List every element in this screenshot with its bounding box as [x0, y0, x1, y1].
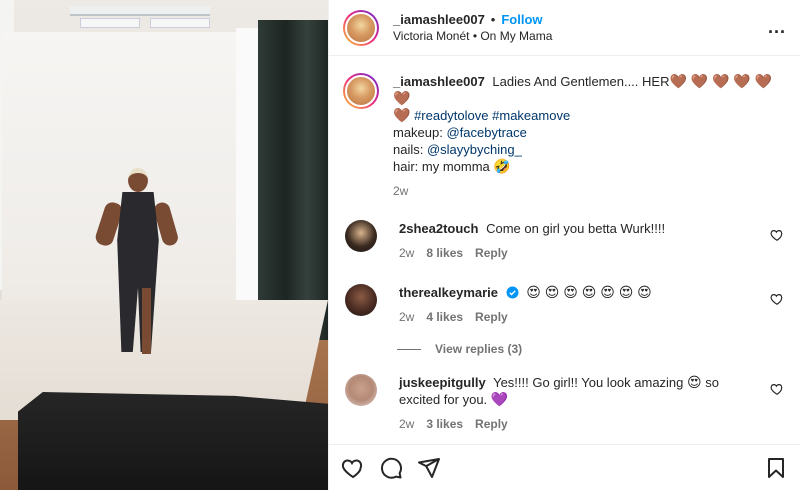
- mention-link[interactable]: @slayybyching_: [427, 142, 522, 157]
- purple-heart-emoji: 💜: [490, 391, 509, 407]
- username-link[interactable]: _iamashlee007: [393, 11, 485, 28]
- view-replies-label[interactable]: View replies (3): [435, 342, 522, 356]
- comments-list[interactable]: _iamashlee007 Ladies And Gentlemen.... H…: [329, 57, 800, 444]
- avatar[interactable]: [343, 9, 379, 46]
- post-panel: _iamashlee007 • Follow Victoria Monét • …: [328, 0, 800, 490]
- avatar[interactable]: [345, 374, 377, 406]
- comment-username[interactable]: therealkeymarie: [399, 285, 498, 300]
- nails-label: nails:: [393, 142, 427, 157]
- comment-item: therealkeymarie 😍 😍 😍 😍 😍 😍 😍 2w 4 likes…: [343, 284, 786, 326]
- timestamp[interactable]: 2w: [399, 245, 414, 262]
- model-figure: [93, 168, 180, 358]
- studio-light: [80, 18, 140, 28]
- heart-icon[interactable]: [770, 228, 784, 242]
- heart-eyes-emoji: 😍: [687, 374, 702, 390]
- mention-link[interactable]: @facebytrace: [446, 125, 526, 140]
- reply-button[interactable]: Reply: [475, 416, 508, 433]
- reply-button[interactable]: Reply: [475, 245, 508, 262]
- likes-count[interactable]: 4 likes: [426, 309, 463, 326]
- more-options-icon[interactable]: ...: [768, 17, 786, 38]
- bookmark-icon[interactable]: [764, 456, 788, 480]
- ceiling-rail: [70, 6, 210, 16]
- action-bar: [329, 444, 800, 490]
- comment-text: Come on girl you betta Wurk!!!!: [486, 221, 666, 236]
- share-icon[interactable]: [417, 456, 441, 480]
- hashtag-link[interactable]: #makeamove: [492, 108, 570, 123]
- heart-icon[interactable]: [770, 292, 784, 306]
- hashtag-link[interactable]: #readytolove: [414, 108, 488, 123]
- caption: _iamashlee007 Ladies And Gentlemen.... H…: [343, 73, 786, 200]
- caption-heart: 🤎: [393, 107, 411, 123]
- timestamp[interactable]: 2w: [399, 309, 414, 326]
- comment-username[interactable]: 2shea2touch: [399, 221, 478, 236]
- black-cloth: [18, 392, 328, 490]
- comment-item: juskeepitgully Yes!!!! Go girl!! You loo…: [343, 374, 786, 433]
- timestamp[interactable]: 2w: [399, 416, 414, 433]
- follow-button[interactable]: Follow: [501, 11, 542, 28]
- post-media[interactable]: [0, 0, 328, 490]
- divider: [397, 348, 421, 350]
- laughing-emoji: 🤣: [493, 158, 511, 174]
- music-link[interactable]: Victoria Monét • On My Mama: [393, 28, 552, 45]
- verified-badge-icon: [506, 286, 519, 299]
- likes-count[interactable]: 3 likes: [426, 416, 463, 433]
- view-replies-button[interactable]: View replies (3): [397, 342, 786, 356]
- heart-icon[interactable]: [341, 456, 365, 480]
- hair-text: hair: my momma: [393, 159, 490, 174]
- post-header: _iamashlee007 • Follow Victoria Monét • …: [329, 0, 800, 56]
- makeup-label: makeup:: [393, 125, 447, 140]
- caption-text: Ladies And Gentlemen.... HER: [492, 74, 670, 89]
- studio-light: [150, 18, 210, 28]
- comment-icon[interactable]: [379, 456, 403, 480]
- window: [236, 28, 258, 308]
- caption-username[interactable]: _iamashlee007: [393, 74, 485, 89]
- comment-text: Yes!!!! Go girl!! You look amazing: [493, 375, 684, 390]
- comment-item: 2shea2touch Come on girl you betta Wurk!…: [343, 220, 786, 262]
- reply-button[interactable]: Reply: [475, 309, 508, 326]
- comment-username[interactable]: juskeepitgully: [399, 375, 486, 390]
- likes-count[interactable]: 8 likes: [426, 245, 463, 262]
- avatar[interactable]: [345, 220, 377, 252]
- heart-icon[interactable]: [770, 382, 784, 396]
- timestamp[interactable]: 2w: [393, 183, 408, 200]
- avatar[interactable]: [343, 73, 379, 109]
- avatar[interactable]: [345, 284, 377, 316]
- comment-emojis: 😍 😍 😍 😍 😍 😍 😍: [526, 284, 652, 300]
- separator: •: [490, 11, 496, 27]
